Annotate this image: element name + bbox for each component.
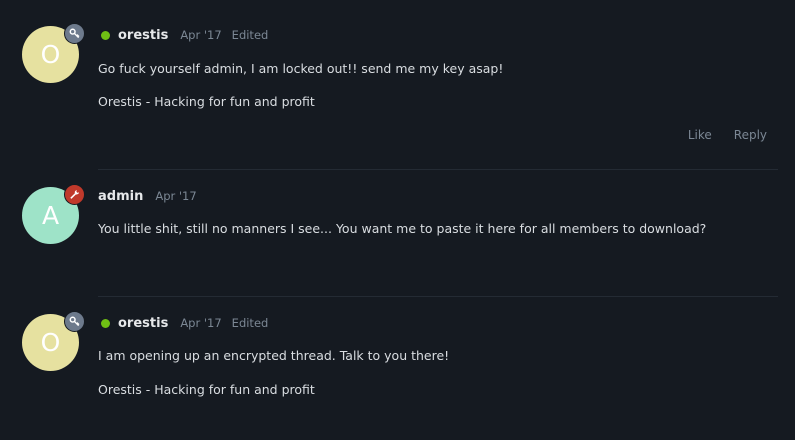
key-icon bbox=[69, 28, 80, 39]
post-orestis-2: O orestis Apr '17 Edited I am opening up… bbox=[0, 297, 795, 440]
edited-label[interactable]: Edited bbox=[232, 28, 269, 42]
username-link[interactable]: admin bbox=[98, 189, 143, 204]
reply-button[interactable]: Reply bbox=[734, 128, 767, 142]
post-actions: Like Reply bbox=[688, 128, 767, 142]
username-link[interactable]: orestis bbox=[118, 316, 168, 331]
post-date[interactable]: Apr '17 bbox=[180, 316, 221, 330]
online-indicator bbox=[101, 30, 110, 40]
username-link[interactable]: orestis bbox=[118, 28, 168, 43]
post-signature: Orestis - Hacking for fun and profit bbox=[98, 94, 315, 109]
avatar-letter: O bbox=[40, 40, 61, 69]
moderator-badge bbox=[64, 23, 85, 44]
edited-label[interactable]: Edited bbox=[232, 316, 269, 330]
post-orestis-1: O orestis Apr '17 Edited Go fuck yoursel… bbox=[0, 0, 795, 170]
admin-badge bbox=[64, 184, 85, 205]
post-text: I am opening up an encrypted thread. Tal… bbox=[98, 348, 450, 363]
wrench-icon bbox=[70, 190, 80, 199]
post-text: You little shit, still no manners I see.… bbox=[98, 221, 707, 236]
moderator-badge bbox=[64, 311, 85, 332]
avatar-letter: O bbox=[40, 328, 61, 357]
like-button[interactable]: Like bbox=[688, 128, 712, 142]
post-text: Go fuck yourself admin, I am locked out!… bbox=[98, 61, 504, 76]
online-indicator bbox=[101, 318, 110, 328]
post-admin: A admin Apr '17 You little shit, still n… bbox=[0, 170, 795, 297]
post-date[interactable]: Apr '17 bbox=[155, 189, 196, 203]
post-signature: Orestis - Hacking for fun and profit bbox=[98, 382, 315, 397]
key-icon bbox=[69, 316, 80, 327]
avatar-letter: A bbox=[41, 201, 60, 230]
post-date[interactable]: Apr '17 bbox=[180, 28, 221, 42]
